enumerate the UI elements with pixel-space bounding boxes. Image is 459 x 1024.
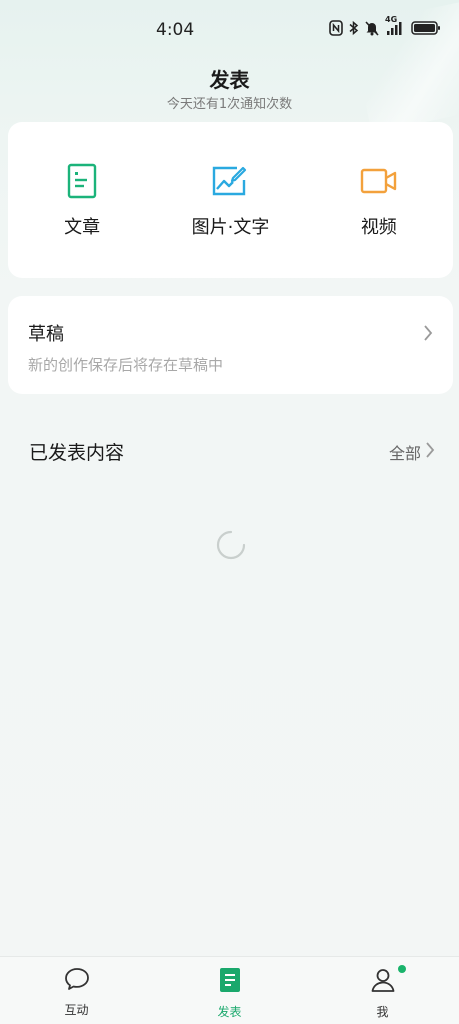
network-type: 4G bbox=[385, 15, 398, 24]
nav-label-me: 我 bbox=[376, 1005, 389, 1019]
notification-count-hint: 今天还有1次通知次数 bbox=[166, 97, 293, 112]
drafts-card[interactable]: 草稿 新的创作保存后将存在草稿中 bbox=[8, 296, 453, 394]
publish-screen: 4:04 4G 发表 今天还有1次通知次数 文章 图片·文字 视频 草稿 新的创… bbox=[0, 0, 459, 1024]
view-all-button[interactable]: 全部 bbox=[389, 440, 435, 464]
video-icon bbox=[359, 161, 399, 201]
publish-article-button[interactable]: 文章 bbox=[8, 122, 156, 278]
image-text-icon bbox=[210, 161, 250, 201]
chevron-right-icon bbox=[425, 441, 435, 463]
publish-image-text-label: 图片·文字 bbox=[191, 217, 270, 238]
chevron-right-icon bbox=[423, 324, 433, 346]
status-icons: 4G bbox=[329, 15, 441, 40]
notification-badge bbox=[398, 965, 406, 973]
nav-item-me[interactable]: 我 bbox=[306, 957, 459, 1024]
drafts-title: 草稿 bbox=[28, 324, 64, 345]
publish-article-label: 文章 bbox=[64, 217, 101, 238]
status-time: 4:04 bbox=[156, 20, 195, 40]
view-all-label: 全部 bbox=[388, 444, 421, 463]
published-content-title: 已发表内容 bbox=[29, 442, 125, 464]
article-icon bbox=[62, 161, 102, 201]
nav-label-publish: 发表 bbox=[217, 1005, 242, 1019]
nfc-icon bbox=[329, 20, 343, 40]
page-title: 发表 bbox=[209, 68, 250, 92]
publish-video-button[interactable]: 视频 bbox=[305, 122, 453, 278]
drafts-hint: 新的创作保存后将存在草稿中 bbox=[28, 356, 224, 374]
nav-label-interaction: 互动 bbox=[64, 1003, 89, 1017]
nav-item-publish[interactable]: 发表 bbox=[153, 957, 306, 1024]
chat-bubble-icon bbox=[64, 967, 90, 995]
battery-icon bbox=[411, 20, 441, 40]
loading-spinner-icon bbox=[216, 530, 246, 564]
signal-icon: 4G bbox=[385, 15, 405, 40]
publish-video-label: 视频 bbox=[360, 217, 397, 238]
bottom-navigation: 互动 发表 我 bbox=[0, 956, 459, 1024]
bluetooth-icon bbox=[349, 20, 359, 40]
mute-icon bbox=[365, 20, 379, 40]
publish-types-card: 文章 图片·文字 视频 bbox=[8, 122, 453, 278]
publish-doc-icon bbox=[219, 967, 241, 997]
nav-item-interaction[interactable]: 互动 bbox=[0, 957, 153, 1024]
status-bar: 4:04 4G bbox=[0, 0, 459, 60]
publish-image-text-button[interactable]: 图片·文字 bbox=[156, 122, 304, 278]
user-icon bbox=[370, 967, 396, 997]
